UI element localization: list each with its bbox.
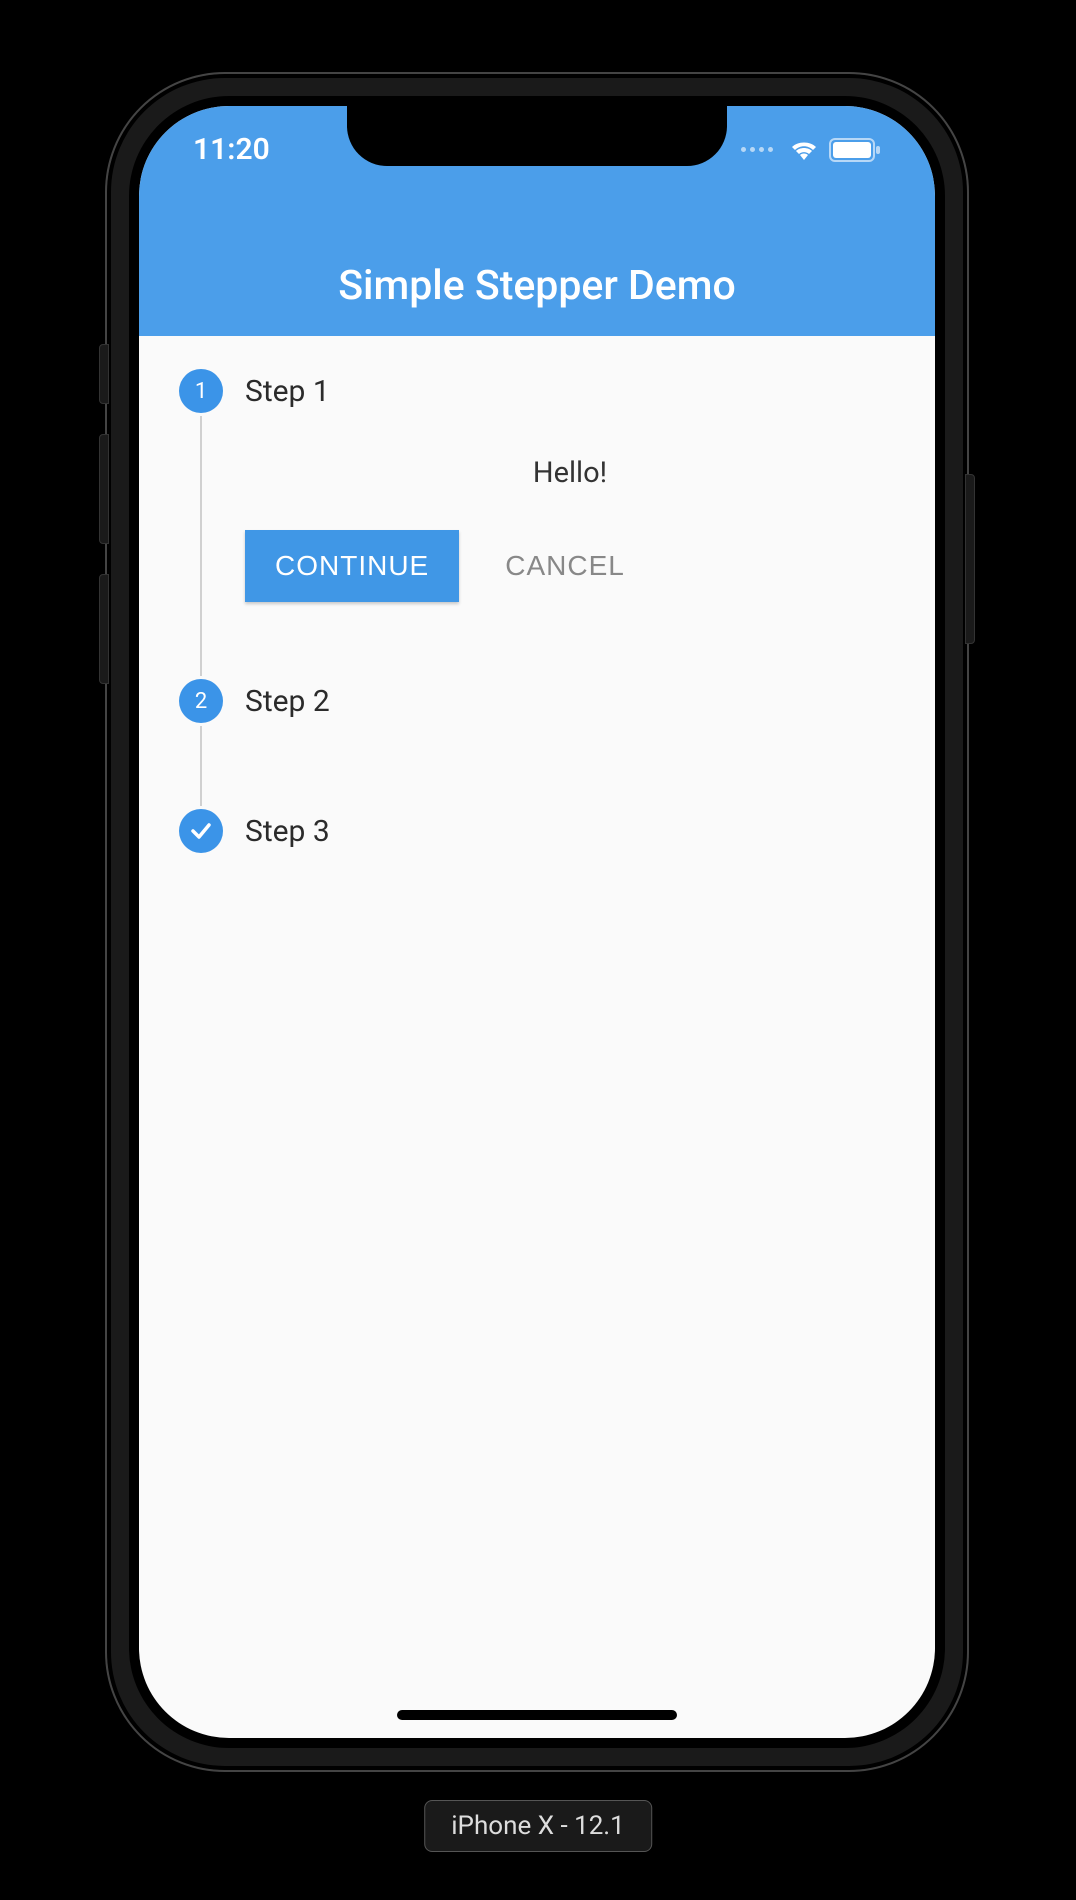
step-label-1: Step 1 [245,374,330,409]
home-indicator[interactable] [397,1710,677,1720]
device-label: iPhone X - 12.1 [424,1800,652,1852]
step-label-3: Step 3 [245,814,330,849]
status-time: 11:20 [193,132,270,167]
phone-bezel: 11:20 Simple Stepper Demo [129,96,945,1748]
step-header-1[interactable]: 1 Step 1 [179,366,895,416]
step-circle-1: 1 [179,369,223,413]
step-index-1: 1 [195,379,207,404]
signal-icon [741,147,773,152]
step-actions: CONTINUE CANCEL [245,530,895,602]
phone-frame: 11:20 Simple Stepper Demo [105,72,969,1772]
notch [347,106,727,166]
check-icon [189,819,213,843]
step-header-2[interactable]: 2 Step 2 [179,676,895,726]
volume-down-button[interactable] [99,574,109,684]
continue-button[interactable]: CONTINUE [245,530,459,602]
step-connector-2 [179,726,895,806]
step-circle-3 [179,809,223,853]
screen: 11:20 Simple Stepper Demo [139,106,935,1738]
step-index-2: 2 [195,689,207,714]
step-body-wrap-1: Hello! CONTINUE CANCEL [179,416,895,676]
volume-up-button[interactable] [99,434,109,544]
power-button[interactable] [965,474,975,644]
step-content-text: Hello! [245,456,895,490]
step-label-2: Step 2 [245,684,330,719]
step-content-1: Hello! CONTINUE CANCEL [223,416,895,676]
battery-icon [829,138,881,162]
step-circle-2: 2 [179,679,223,723]
mute-switch[interactable] [99,344,109,404]
cancel-button[interactable]: CANCEL [505,550,625,582]
stepper: 1 Step 1 Hello! CONTINUE CANCEL [139,336,935,886]
status-icons [741,138,881,162]
wifi-icon [789,139,819,161]
step-connector-1 [179,416,223,676]
step-header-3[interactable]: Step 3 [179,806,895,856]
app-title: Simple Stepper Demo [139,262,935,310]
